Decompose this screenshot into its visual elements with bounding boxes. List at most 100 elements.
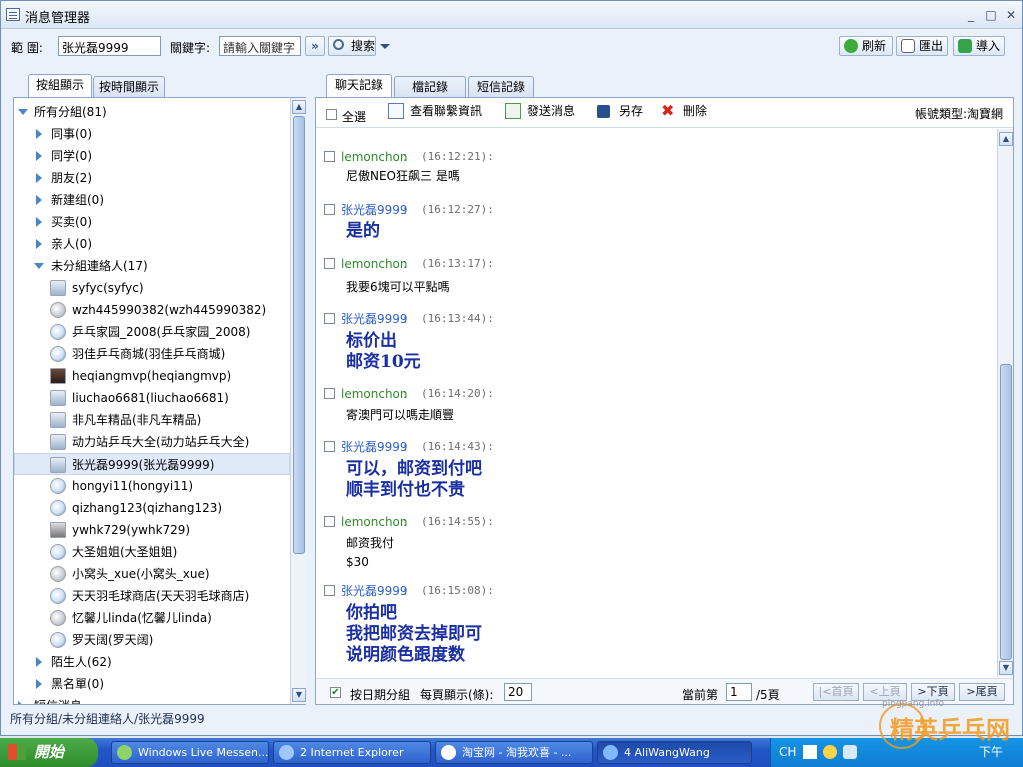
range-field[interactable]: 张光磊9999 bbox=[58, 36, 161, 56]
contact-item[interactable]: 罗天阔(罗天阔) bbox=[14, 629, 290, 651]
watermark-url: pingpang.info bbox=[882, 699, 945, 709]
tree-group-trade[interactable]: 买卖(0) bbox=[14, 211, 290, 233]
sender-name: lemonchon bbox=[341, 515, 408, 529]
contact-name: ywhk729(ywhk729) bbox=[72, 523, 191, 537]
chevron-down-icon[interactable] bbox=[380, 44, 390, 49]
task-taobao[interactable]: 淘宝网 - 淘我欢喜 - ... bbox=[435, 741, 593, 764]
current-page-input[interactable]: 1 bbox=[726, 683, 752, 701]
send-message-button[interactable]: 發送消息 bbox=[503, 98, 575, 124]
language-indicator[interactable]: CH bbox=[779, 738, 796, 767]
tab-by-group[interactable]: 按組顯示 bbox=[28, 74, 92, 98]
refresh-button[interactable]: 刷新 bbox=[839, 36, 893, 56]
keyword-input[interactable]: 請輸入關鍵字 bbox=[219, 36, 301, 56]
message-manager-window: 消息管理器 _ □ ✕ 範 圍: 张光磊9999 關鍵字: 請輸入關鍵字 » 搜… bbox=[0, 0, 1023, 736]
save-as-button[interactable]: 另存 bbox=[595, 98, 643, 124]
contact-name: 小窝头_xue(小窝头_xue) bbox=[72, 567, 210, 581]
tab-by-time[interactable]: 按時間顯示 bbox=[93, 76, 165, 98]
contact-item[interactable]: syfyc(syfyc) bbox=[14, 277, 290, 299]
delete-button[interactable]: ✖ 刪除 bbox=[659, 98, 707, 124]
scroll-down-icon[interactable]: ▼ bbox=[999, 661, 1013, 675]
message-scrollbar[interactable]: ▲ ▼ bbox=[997, 129, 1013, 677]
minimize-button[interactable]: _ bbox=[963, 7, 979, 23]
contact-name: 动力站乒乓大全(动力站乒乓大全) bbox=[72, 435, 250, 449]
message-checkbox[interactable] bbox=[324, 258, 335, 269]
message-checkbox[interactable] bbox=[324, 585, 335, 596]
tab-sms-records[interactable]: 短信記錄 bbox=[468, 76, 534, 98]
mobile-icon bbox=[50, 390, 66, 406]
contact-item[interactable]: 乒乓家园_2008(乒乓家园_2008) bbox=[14, 321, 290, 343]
tree-group-colleagues[interactable]: 同事(0) bbox=[14, 123, 290, 145]
contact-name: 罗天阔(罗天阔) bbox=[72, 633, 154, 647]
contact-item-selected[interactable]: 张光磊9999(张光磊9999) bbox=[14, 453, 290, 475]
import-button-label: 導入 bbox=[976, 39, 1001, 53]
sender-name: 张光磊9999 bbox=[341, 312, 408, 326]
tree-group-ungrouped[interactable]: 未分組連絡人(17) bbox=[14, 255, 290, 277]
contact-item[interactable]: qizhang123(qizhang123) bbox=[14, 497, 290, 519]
task-internet-explorer[interactable]: 2 Internet Explorer bbox=[273, 741, 431, 764]
messenger-icon bbox=[117, 745, 132, 760]
scroll-up-icon[interactable]: ▲ bbox=[999, 132, 1013, 146]
task-aliwangwang[interactable]: 4 AliWangWang bbox=[597, 741, 752, 764]
tree-group-label: 短信消息 bbox=[34, 695, 82, 704]
tree-group-strangers[interactable]: 陌生人(62) bbox=[14, 651, 290, 673]
contact-item[interactable]: wzh445990382(wzh445990382) bbox=[14, 299, 290, 321]
tree-root[interactable]: 所有分組(81) bbox=[14, 101, 290, 123]
view-contact-button[interactable]: 查看聯繫資訊 bbox=[386, 98, 482, 124]
close-button[interactable]: ✕ bbox=[1003, 7, 1019, 23]
windows-logo-icon bbox=[8, 744, 26, 760]
first-page-button[interactable]: |<首頁 bbox=[813, 683, 859, 701]
tree-group-family[interactable]: 亲人(0) bbox=[14, 233, 290, 255]
view-contact-label: 查看聯繫資訊 bbox=[410, 104, 483, 118]
more-options-button[interactable]: » bbox=[305, 36, 325, 56]
import-button[interactable]: 導入 bbox=[953, 36, 1005, 56]
refresh-button-label: 刷新 bbox=[862, 39, 887, 53]
contact-name: 忆馨儿linda(忆馨儿linda) bbox=[72, 611, 212, 625]
scroll-thumb[interactable] bbox=[1000, 364, 1012, 660]
message-checkbox[interactable] bbox=[324, 313, 335, 324]
export-button[interactable]: 匯出 bbox=[896, 36, 948, 56]
tab-file-records[interactable]: 檔記錄 bbox=[394, 76, 466, 98]
contact-item[interactable]: 忆馨儿linda(忆馨儿linda) bbox=[14, 607, 290, 629]
task-label: 4 AliWangWang bbox=[624, 746, 710, 759]
help-icon[interactable] bbox=[843, 745, 857, 759]
message-checkbox[interactable] bbox=[324, 204, 335, 215]
tree-group-classmates[interactable]: 同学(0) bbox=[14, 145, 290, 167]
message-text: 你拍吧 bbox=[346, 603, 397, 623]
start-button[interactable]: 開始 bbox=[0, 738, 98, 767]
tab-chat-records[interactable]: 聊天記錄 bbox=[326, 74, 392, 98]
maximize-button[interactable]: □ bbox=[983, 7, 999, 23]
tree-scrollbar[interactable]: ▲ ▼ bbox=[290, 98, 306, 704]
scroll-thumb[interactable] bbox=[293, 116, 305, 554]
ime-icon[interactable] bbox=[803, 745, 817, 759]
tree-group-label: 未分組連絡人(17) bbox=[51, 259, 148, 273]
expanded-arrow-icon bbox=[34, 263, 44, 269]
message-checkbox[interactable] bbox=[324, 441, 335, 452]
scroll-up-icon[interactable]: ▲ bbox=[292, 100, 306, 114]
message-checkbox[interactable] bbox=[324, 516, 335, 527]
select-all-checkbox[interactable]: 全選 bbox=[326, 106, 386, 124]
task-messenger[interactable]: Windows Live Messen... bbox=[111, 741, 269, 764]
per-page-input[interactable]: 20 bbox=[504, 683, 532, 701]
contact-item[interactable]: 天天羽毛球商店(天天羽毛球商店) bbox=[14, 585, 290, 607]
contact-item[interactable]: liuchao6681(liuchao6681) bbox=[14, 387, 290, 409]
sender-colon: : bbox=[403, 515, 408, 529]
by-date-checkbox[interactable]: ✔ 按日期分組 bbox=[330, 685, 430, 702]
contact-item[interactable]: ywhk729(ywhk729) bbox=[14, 519, 290, 541]
tree-group-new[interactable]: 新建组(0) bbox=[14, 189, 290, 211]
search-button[interactable]: 搜索 bbox=[328, 36, 376, 56]
contact-item[interactable]: 非凡车精品(非凡车精品) bbox=[14, 409, 290, 431]
message-checkbox[interactable] bbox=[324, 151, 335, 162]
contact-item[interactable]: 动力站乒乓大全(动力站乒乓大全) bbox=[14, 431, 290, 453]
contact-item[interactable]: 羽佳乒乓商城(羽佳乒乓商城) bbox=[14, 343, 290, 365]
contact-item[interactable]: hongyi11(hongyi11) bbox=[14, 475, 290, 497]
tree-group-friends[interactable]: 朋友(2) bbox=[14, 167, 290, 189]
contact-item[interactable]: heqiangmvp(heqiangmvp) bbox=[14, 365, 290, 387]
search-button-label: 搜索 bbox=[351, 39, 376, 53]
contact-item[interactable]: 大圣姐姐(大圣姐姐) bbox=[14, 541, 290, 563]
tree-group-sms[interactable]: 短信消息 bbox=[14, 695, 290, 704]
contact-item[interactable]: 小窝头_xue(小窝头_xue) bbox=[14, 563, 290, 585]
tray-app-icon[interactable] bbox=[823, 745, 837, 759]
message-checkbox[interactable] bbox=[324, 388, 335, 399]
scroll-down-icon[interactable]: ▼ bbox=[292, 688, 306, 702]
tree-group-blacklist[interactable]: 黑名單(0) bbox=[14, 673, 290, 695]
